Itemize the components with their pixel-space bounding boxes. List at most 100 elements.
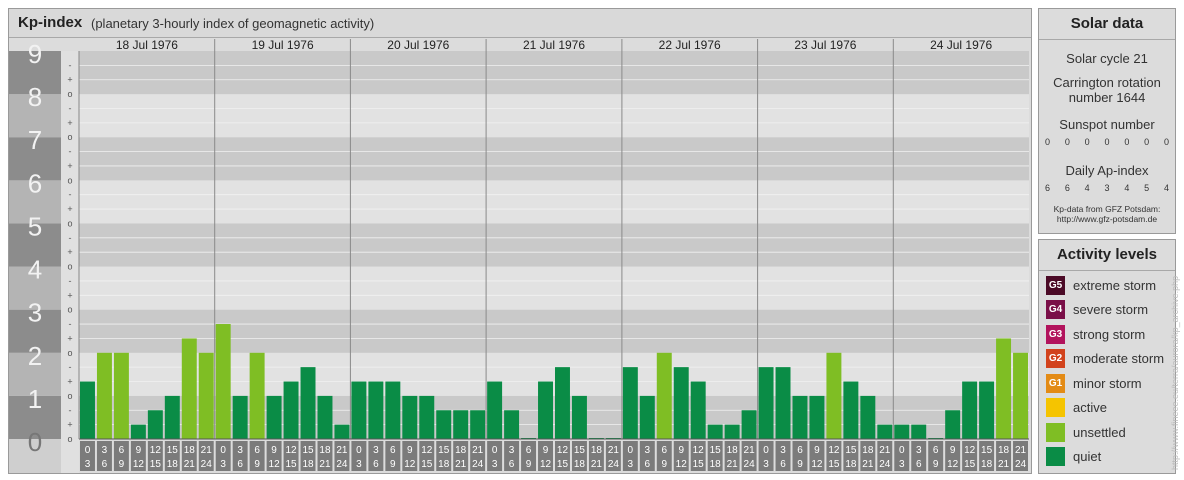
interval-end-label: 12	[540, 459, 552, 470]
kp-bar	[979, 381, 995, 439]
y-minor-tick-label: -	[69, 233, 72, 243]
y-minor-tick-label: +	[67, 247, 72, 257]
kp-bar	[96, 352, 112, 439]
kp-bar	[571, 395, 587, 439]
interval-start-label: 3	[237, 445, 243, 456]
kp-bar	[758, 367, 774, 439]
chart-title: Kp-index	[18, 14, 83, 31]
plot-band	[79, 180, 1029, 224]
y-minor-tick-label: -	[69, 276, 72, 286]
interval-end-label: 3	[899, 459, 905, 470]
interval-start-label: 18	[455, 445, 467, 456]
kp-bar	[80, 381, 95, 439]
interval-start-label: 21	[744, 445, 756, 456]
interval-end-label: 6	[645, 459, 651, 470]
kp-bar	[809, 395, 825, 439]
y-minor-tick-label: -	[69, 362, 72, 372]
interval-start-label: 15	[574, 445, 586, 456]
y-tick-label: 4	[28, 255, 42, 285]
interval-start-label: 3	[645, 445, 651, 456]
kp-bar	[894, 424, 910, 439]
y-tick-label: 3	[28, 298, 42, 328]
interval-start-label: 18	[998, 445, 1010, 456]
interval-start-label: 12	[150, 445, 162, 456]
y-minor-tick-label: -	[69, 60, 72, 70]
kp-bar	[402, 395, 418, 439]
interval-start-label: 12	[557, 445, 569, 456]
y-minor-tick-label: -	[69, 319, 72, 329]
day-label: 18 Jul 1976	[116, 38, 178, 52]
interval-start-label: 15	[302, 445, 314, 456]
interval-start-label: 18	[591, 445, 603, 456]
legend-item: G4 severe storm	[1046, 300, 1148, 320]
interval-start-label: 6	[526, 445, 532, 456]
y-minor-tick-label: +	[67, 420, 72, 430]
legend-swatch: G1	[1046, 373, 1065, 393]
kp-bar	[639, 395, 655, 439]
interval-end-label: 15	[421, 459, 433, 470]
interval-start-label: 6	[119, 445, 125, 456]
interval-end-label: 9	[933, 459, 939, 470]
interval-start-label: 15	[167, 445, 179, 456]
y-minor-tick-label: o	[67, 305, 72, 315]
interval-end-label: 18	[167, 459, 179, 470]
ap-value: 5	[1144, 183, 1150, 193]
interval-start-label: 0	[220, 445, 226, 456]
interval-start-label: 3	[916, 445, 922, 456]
carrington-rotation-line2: number 1644	[1068, 90, 1146, 105]
kp-bar	[656, 352, 672, 439]
interval-end-label: 9	[119, 459, 125, 470]
y-minor-tick-label: +	[67, 333, 72, 343]
interval-end-label: 24	[744, 459, 756, 470]
interval-end-label: 3	[356, 459, 362, 470]
interval-start-label: 12	[285, 445, 297, 456]
legend-swatch: G4	[1046, 300, 1065, 319]
sunspot-value: 0	[1144, 137, 1150, 147]
interval-end-label: 24	[1015, 459, 1027, 470]
y-tick-label: 6	[28, 168, 42, 198]
sunspot-value: 0	[1045, 137, 1051, 147]
kp-bar	[1013, 352, 1028, 439]
interval-start-label: 21	[472, 445, 484, 456]
interval-end-label: 18	[302, 459, 314, 470]
kp-bar	[504, 410, 520, 439]
kp-bar	[843, 381, 859, 439]
kp-bar	[622, 367, 638, 439]
kp-bar	[877, 424, 893, 439]
ap-value: 4	[1124, 183, 1130, 193]
interval-start-label: 9	[407, 445, 413, 456]
day-label: 20 Jul 1976	[387, 38, 449, 52]
plot-band	[79, 137, 1029, 181]
day-label: 22 Jul 1976	[659, 38, 721, 52]
ap-index-values: 6 6 4 3 4 5 4	[1045, 183, 1169, 193]
interval-start-label: 9	[136, 445, 142, 456]
interval-start-label: 21	[608, 445, 620, 456]
day-label: 23 Jul 1976	[794, 38, 856, 52]
y-tick-label: 5	[28, 211, 42, 241]
interval-end-label: 12	[404, 459, 416, 470]
interval-start-label: 21	[201, 445, 213, 456]
y-tick-label: 7	[28, 125, 42, 155]
solar-data-panel: Solar data Solar cycle 21 Carrington rot…	[1038, 8, 1176, 234]
kp-bar	[130, 424, 146, 439]
watermark-url: http://www.fineee.eu/terra/aurora/kp_arc…	[1170, 275, 1180, 470]
interval-start-label: 0	[763, 445, 769, 456]
kp-bar	[249, 352, 265, 439]
interval-end-label: 12	[269, 459, 281, 470]
interval-end-label: 21	[727, 459, 739, 470]
plot-band	[79, 223, 1029, 267]
sunspot-value: 0	[1084, 137, 1090, 147]
interval-start-label: 15	[981, 445, 993, 456]
interval-end-label: 15	[150, 459, 162, 470]
kp-bar	[775, 367, 791, 439]
interval-end-label: 18	[981, 459, 993, 470]
kp-bar	[215, 324, 231, 439]
solar-data-title: Solar data	[1039, 9, 1175, 40]
kp-bar	[385, 381, 401, 439]
kp-bar	[707, 424, 723, 439]
day-label: 19 Jul 1976	[252, 38, 314, 52]
y-minor-tick-label: o	[67, 89, 72, 99]
y-tick-label: 0	[28, 427, 42, 457]
legend-swatch: G2	[1046, 349, 1065, 368]
interval-start-label: 3	[373, 445, 379, 456]
